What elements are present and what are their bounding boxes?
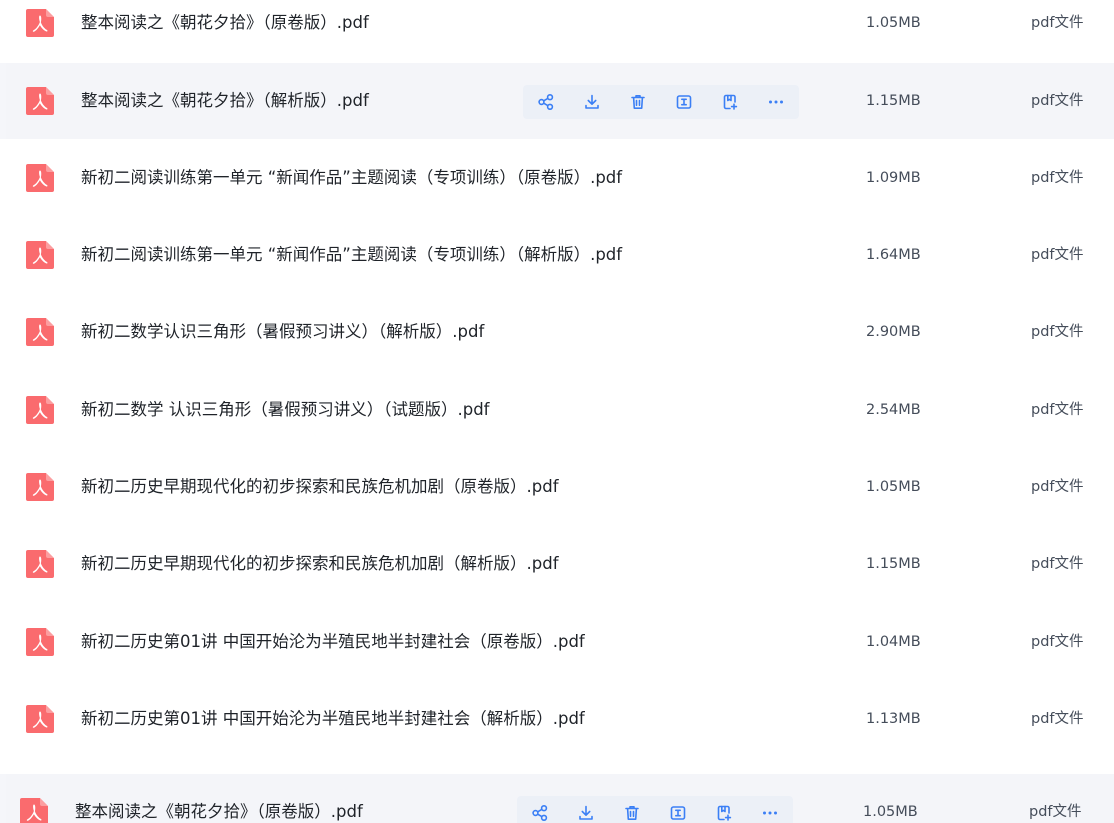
pdf-file-icon [24, 162, 56, 194]
file-type: pdf文件 [1031, 247, 1084, 263]
share-button[interactable] [517, 796, 563, 823]
share-icon [537, 93, 555, 111]
rename-button[interactable] [655, 796, 701, 823]
rename-button[interactable] [661, 85, 707, 119]
file-size: 2.90MB [866, 324, 921, 340]
share-icon [531, 804, 549, 822]
file-row[interactable]: 整本阅读之《朝花夕拾》（解析版）.pdf 1.15MB pdf文件 [0, 63, 1114, 139]
file-type: pdf文件 [1031, 402, 1084, 418]
file-type: pdf文件 [1031, 634, 1084, 650]
file-type: pdf文件 [1031, 93, 1084, 109]
file-size: 1.13MB [866, 711, 921, 727]
file-row[interactable]: 新初二阅读训练第一单元 “新闻作品”主题阅读（专项训练）（原卷版）.pdf 1.0… [0, 140, 1114, 216]
rename-icon [669, 804, 687, 822]
file-row[interactable]: 新初二数学认识三角形（暑假预习讲义）（解析版）.pdf 2.90MB pdf文件 [0, 294, 1114, 370]
file-name[interactable]: 新初二数学认识三角形（暑假预习讲义）（解析版）.pdf [81, 294, 484, 370]
copy-icon [715, 804, 733, 822]
download-icon [583, 93, 601, 111]
file-row[interactable]: 整本阅读之《朝花夕拾》（原卷版）.pdf 1.05MB pdf文件 [0, 774, 1114, 823]
file-row[interactable]: 整本阅读之《朝花夕拾》（原卷版）.pdf 1.05MB pdf文件 [0, 0, 1114, 61]
download-icon [577, 804, 595, 822]
copy-button[interactable] [701, 796, 747, 823]
file-name[interactable]: 新初二历史早期现代化的初步探索和民族危机加剧（解析版）.pdf [81, 526, 559, 602]
file-type: pdf文件 [1029, 804, 1082, 820]
file-row[interactable]: 新初二数学 认识三角形（暑假预习讲义）（试题版）.pdf 2.54MB pdf文件 [0, 372, 1114, 448]
file-size: 1.09MB [866, 170, 921, 186]
file-type: pdf文件 [1031, 711, 1084, 727]
file-size: 1.05MB [866, 15, 921, 31]
file-size: 1.05MB [863, 804, 918, 820]
more-button[interactable] [747, 796, 793, 823]
file-name[interactable]: 新初二历史第01讲 中国开始沦为半殖民地半封建社会（原卷版）.pdf [81, 604, 585, 680]
file-size: 1.15MB [866, 556, 921, 572]
file-name[interactable]: 新初二数学 认识三角形（暑假预习讲义）（试题版）.pdf [81, 372, 490, 448]
pdf-file-icon [24, 316, 56, 348]
copy-button[interactable] [707, 85, 753, 119]
file-type: pdf文件 [1031, 556, 1084, 572]
trash-icon [629, 93, 647, 111]
file-size: 1.04MB [866, 634, 921, 650]
file-row[interactable]: 新初二历史早期现代化的初步探索和民族危机加剧（解析版）.pdf 1.15MB pdf… [0, 526, 1114, 602]
file-type: pdf文件 [1031, 479, 1084, 495]
row-actions-toolbar [523, 85, 799, 119]
download-button[interactable] [563, 796, 609, 823]
file-row[interactable]: 新初二历史第01讲 中国开始沦为半殖民地半封建社会（原卷版）.pdf 1.04MB… [0, 604, 1114, 680]
file-row[interactable]: 新初二历史第01讲 中国开始沦为半殖民地半封建社会（解析版）.pdf 1.13MB… [0, 681, 1114, 757]
file-name[interactable]: 整本阅读之《朝花夕拾》（解析版）.pdf [81, 63, 369, 139]
more-button[interactable] [753, 85, 799, 119]
pdf-file-icon [18, 796, 50, 823]
file-name[interactable]: 新初二阅读训练第一单元 “新闻作品”主题阅读（专项训练）（解析版）.pdf [81, 217, 622, 293]
rename-icon [675, 93, 693, 111]
delete-button[interactable] [609, 796, 655, 823]
file-type: pdf文件 [1031, 324, 1084, 340]
pdf-file-icon [24, 394, 56, 426]
download-button[interactable] [569, 85, 615, 119]
pdf-file-icon [24, 626, 56, 658]
file-size: 1.64MB [866, 247, 921, 263]
pdf-file-icon [24, 239, 56, 271]
copy-icon [721, 93, 739, 111]
file-size: 2.54MB [866, 402, 921, 418]
file-list: 整本阅读之《朝花夕拾》（原卷版）.pdf 1.05MB pdf文件 整本阅读之《朝花夕… [0, 0, 1114, 823]
file-size: 1.15MB [866, 93, 921, 109]
pdf-file-icon [24, 548, 56, 580]
file-name[interactable]: 整本阅读之《朝花夕拾》（原卷版）.pdf [81, 0, 369, 61]
file-name[interactable]: 整本阅读之《朝花夕拾》（原卷版）.pdf [75, 774, 363, 823]
file-name[interactable]: 新初二历史早期现代化的初步探索和民族危机加剧（原卷版）.pdf [81, 449, 559, 525]
file-name[interactable]: 新初二阅读训练第一单元 “新闻作品”主题阅读（专项训练）（原卷版）.pdf [81, 140, 622, 216]
pdf-file-icon [24, 85, 56, 117]
trash-icon [623, 804, 641, 822]
file-type: pdf文件 [1031, 170, 1084, 186]
pdf-file-icon [24, 703, 56, 735]
pdf-file-icon [24, 7, 56, 39]
row-actions-toolbar [517, 796, 793, 823]
more-icon [761, 804, 779, 822]
file-type: pdf文件 [1031, 15, 1084, 31]
share-button[interactable] [523, 85, 569, 119]
file-name[interactable]: 新初二历史第01讲 中国开始沦为半殖民地半封建社会（解析版）.pdf [81, 681, 585, 757]
delete-button[interactable] [615, 85, 661, 119]
file-size: 1.05MB [866, 479, 921, 495]
pdf-file-icon [24, 471, 56, 503]
more-icon [767, 93, 785, 111]
file-row[interactable]: 新初二阅读训练第一单元 “新闻作品”主题阅读（专项训练）（解析版）.pdf 1.6… [0, 217, 1114, 293]
file-row[interactable]: 新初二历史早期现代化的初步探索和民族危机加剧（原卷版）.pdf 1.05MB pdf… [0, 449, 1114, 525]
